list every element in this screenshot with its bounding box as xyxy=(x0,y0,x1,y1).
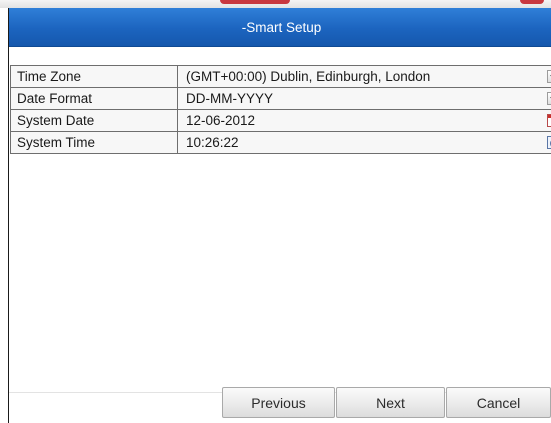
screen-top-accent xyxy=(520,0,544,4)
screen-top-accent xyxy=(220,0,290,4)
title-divider xyxy=(9,46,551,47)
calendar-icon[interactable] xyxy=(547,114,551,127)
setting-row-system-time: System Time 10:26:22 xyxy=(10,131,551,154)
date-format-select[interactable]: DD-MM-YYYY xyxy=(177,87,551,110)
window-title-bar: -Smart Setup xyxy=(9,8,551,46)
time-zone-value: (GMT+00:00) Dublin, Edinburgh, London xyxy=(186,69,431,84)
setting-label: Time Zone xyxy=(10,65,178,88)
system-time-value: 10:26:22 xyxy=(186,135,239,150)
setting-label: Date Format xyxy=(10,87,178,110)
system-date-field[interactable]: 12-06-2012 xyxy=(177,109,551,132)
dropdown-icon[interactable] xyxy=(547,70,551,83)
cancel-button[interactable]: Cancel xyxy=(446,387,551,418)
date-format-value: DD-MM-YYYY xyxy=(186,91,273,106)
clock-icon[interactable] xyxy=(547,136,551,149)
previous-button[interactable]: Previous xyxy=(222,387,335,418)
setting-row-date-format: Date Format DD-MM-YYYY xyxy=(10,87,551,110)
setting-label: System Time xyxy=(10,131,178,154)
settings-table: Time Zone (GMT+00:00) Dublin, Edinburgh,… xyxy=(10,65,551,154)
smart-setup-window: -Smart Setup Time Zone (GMT+00:00) Dubli… xyxy=(8,8,551,423)
window-title: -Smart Setup xyxy=(241,19,322,35)
setting-row-time-zone: Time Zone (GMT+00:00) Dublin, Edinburgh,… xyxy=(10,65,551,88)
setting-row-system-date: System Date 12-06-2012 xyxy=(10,109,551,132)
system-time-field[interactable]: 10:26:22 xyxy=(177,131,551,154)
dropdown-icon[interactable] xyxy=(547,92,551,105)
setting-label: System Date xyxy=(10,109,178,132)
screen-top-edge xyxy=(0,0,551,8)
system-date-value: 12-06-2012 xyxy=(186,113,256,128)
time-zone-select[interactable]: (GMT+00:00) Dublin, Edinburgh, London xyxy=(177,65,551,88)
next-button[interactable]: Next xyxy=(336,387,445,418)
